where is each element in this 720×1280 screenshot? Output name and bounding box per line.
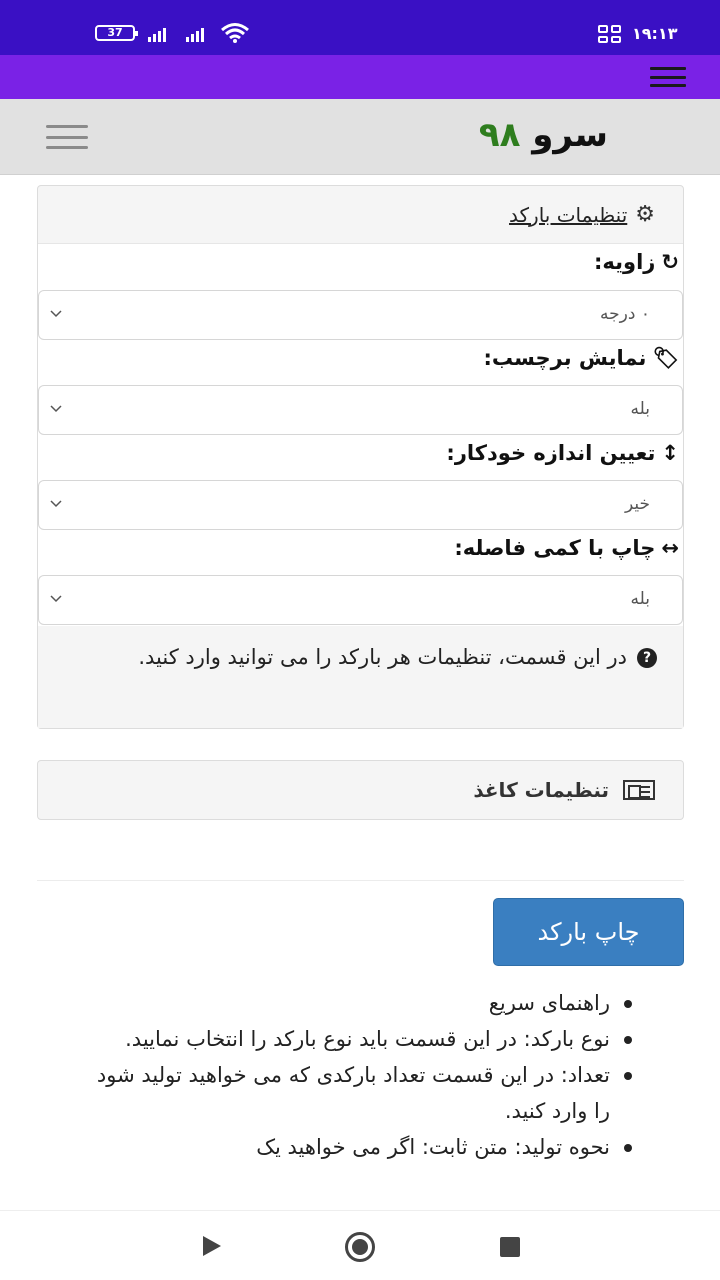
back-icon[interactable] [203,1236,221,1256]
spacing-select[interactable]: بله [38,575,683,625]
horizontal-resize-icon: ↔ [661,536,679,560]
site-navbar: سرو ۹۸ [0,99,720,175]
question-circle-icon: ? [637,648,657,668]
menu-icon[interactable] [650,67,686,87]
list-item: تعداد: در این قسمت تعداد بارکدی که می خو… [80,1057,640,1129]
battery-level: 37 [107,26,123,39]
show-label-label: 🏷نمایش برچسب: [483,346,679,370]
nav-toggle-icon[interactable] [46,125,88,149]
clock: ۱۹:۱۳ [632,24,678,43]
brand-logo[interactable]: سرو ۹۸ [479,115,608,155]
print-barcode-button[interactable]: چاپ بارکد [493,898,684,966]
angle-select[interactable]: ۰ درجه [38,290,683,340]
rotate-icon: ↻ [661,250,679,274]
chevron-down-icon [50,310,62,318]
battery-icon: 37 [95,25,138,41]
barcode-settings-title: تنظیمات بارکد [509,202,628,227]
barcode-settings-help: ? در این قسمت، تنظیمات هر بارکد را می توا… [38,626,683,728]
app-bar [0,55,720,99]
barcode-settings-panel: ⚙ تنظیمات بارکد ↻زاویه: ۰ درجه 🏷نمایش بر… [37,185,684,729]
list-item: نوع بارکد: در این قسمت باید نوع بارکد را… [80,1021,640,1057]
tag-icon: 🏷 [652,346,679,370]
signal-icon [148,26,166,42]
brand-number: ۹۸ [478,115,521,155]
system-nav-bar [0,1210,720,1280]
brand-text: سرو [532,115,608,155]
list-item: راهنمای سریع [80,985,640,1021]
recent-apps-icon[interactable] [500,1237,520,1257]
status-bar: 37 ۱۹:۱۳ [0,0,720,55]
help-text: در این قسمت، تنظیمات هر بارکد را می توان… [138,645,627,669]
angle-label: ↻زاویه: [594,250,679,274]
spacing-value: بله [630,589,650,609]
signal-icon-2 [186,26,204,42]
gears-icon: ⚙ [635,202,655,227]
list-item: نحوه تولید: متن ثابت: اگر می خواهید یک [80,1129,640,1165]
paper-settings-title: تنظیمات کاغذ [473,778,609,802]
chevron-down-icon [50,405,62,413]
quick-guide-list: راهنمای سریع نوع بارکد: در این قسمت باید… [80,985,640,1165]
show-label-select[interactable]: بله [38,385,683,435]
auto-size-select[interactable]: خیر [38,480,683,530]
auto-size-label: ↕تعیین اندازه خودکار: [446,441,679,465]
barcode-settings-header[interactable]: ⚙ تنظیمات بارکد [38,186,683,244]
app-grid-icon [598,25,622,43]
paper-settings-panel[interactable]: تنظیمات کاغذ [37,760,684,820]
auto-size-value: خیر [624,494,650,514]
chevron-down-icon [50,500,62,508]
divider [37,880,684,881]
vertical-resize-icon: ↕ [661,441,679,465]
angle-value: ۰ درجه [600,304,650,324]
newspaper-icon [623,780,655,800]
show-label-value: بله [630,399,650,419]
wifi-icon [221,23,249,43]
home-icon[interactable] [345,1232,375,1262]
spacing-label: ↔چاپ با کمی فاصله: [454,536,679,560]
chevron-down-icon [50,595,62,603]
